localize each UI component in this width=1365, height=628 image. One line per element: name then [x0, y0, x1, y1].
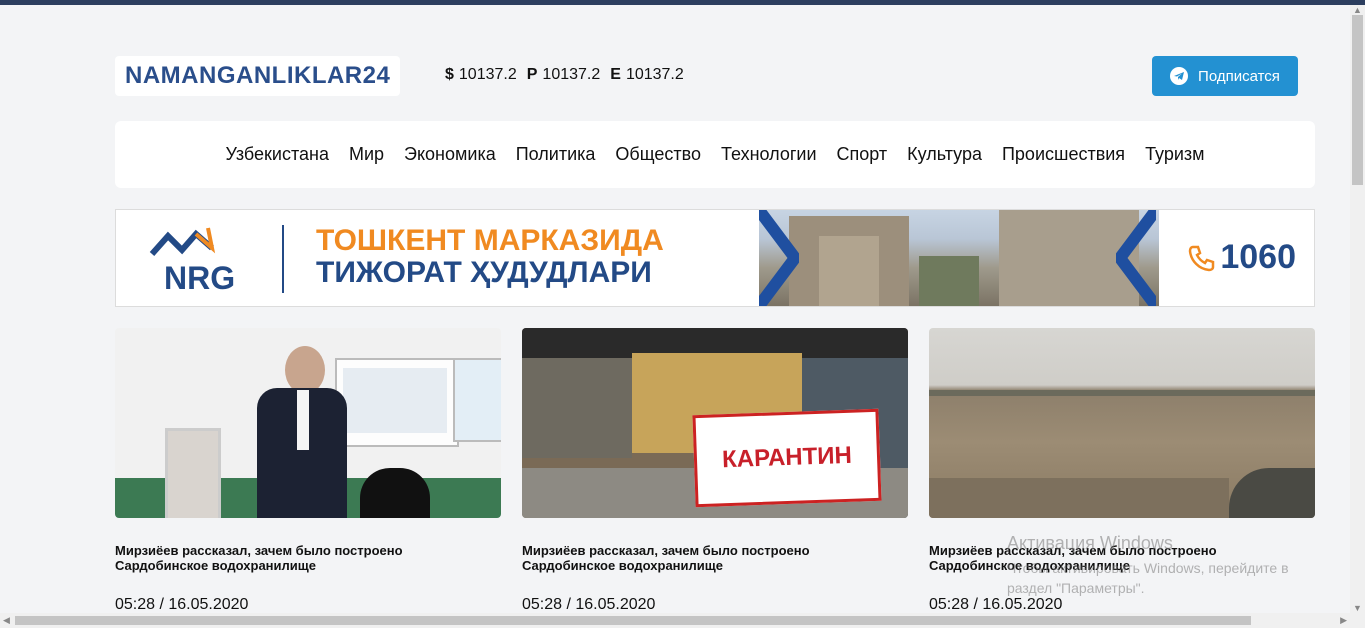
rate-rub: P 10137.2	[527, 66, 601, 84]
news-card[interactable]: КАРАНТИН Мирзиёев рассказал, зачем было …	[522, 328, 908, 618]
news-card-title[interactable]: Мирзиёев рассказал, зачем было построено…	[115, 543, 495, 573]
scroll-down-arrow-icon[interactable]: ▼	[1353, 603, 1362, 613]
banner-headline-2: ТИЖОРАТ ҲУДУДЛАРИ	[316, 256, 652, 289]
news-card-image[interactable]	[929, 328, 1315, 518]
vertical-scrollbar[interactable]: ▲ ▼	[1350, 5, 1365, 613]
banner-divider	[282, 225, 284, 293]
news-card-image[interactable]	[115, 328, 501, 518]
nav-item-culture[interactable]: Культура	[907, 144, 982, 165]
phone-icon	[1189, 245, 1215, 271]
horizontal-scrollbar[interactable]: ◀ ▶	[0, 613, 1365, 628]
subscribe-button[interactable]: Подписатся	[1152, 56, 1298, 96]
scroll-right-arrow-icon[interactable]: ▶	[1340, 615, 1347, 626]
rate-usd-symbol: $	[445, 66, 454, 83]
rate-eur-symbol: E	[610, 66, 621, 83]
banner-phone-number: 1060	[1220, 238, 1296, 276]
telegram-icon	[1170, 67, 1189, 85]
nav-item-world[interactable]: Мир	[349, 144, 384, 165]
windows-activation-text: Чтобы активировать Windows, перейдите в …	[1007, 558, 1317, 598]
banner-photo	[759, 210, 1159, 306]
banner-chevron-right	[1116, 210, 1156, 306]
subscribe-label: Подписатся	[1198, 67, 1280, 85]
news-card-time: 05:28 / 16.05.2020	[115, 596, 249, 613]
currency-rates: $10137.2 P 10137.2 E 10137.2	[445, 66, 684, 84]
news-card-title[interactable]: Мирзиёев рассказал, зачем было построено…	[522, 543, 902, 573]
horizontal-scrollbar-thumb[interactable]	[15, 616, 1251, 625]
news-card-image[interactable]: КАРАНТИН	[522, 328, 908, 518]
news-card[interactable]: Мирзиёев рассказал, зачем было построено…	[115, 328, 501, 618]
rate-rub-value: 10137.2	[542, 66, 601, 83]
vertical-scrollbar-thumb[interactable]	[1352, 15, 1363, 185]
banner-chevron-left	[759, 210, 799, 306]
quarantine-sign-text: КАРАНТИН	[721, 441, 853, 474]
scroll-left-arrow-icon[interactable]: ◀	[3, 615, 10, 626]
nav-item-incidents[interactable]: Происшествия	[1002, 144, 1125, 165]
nav-item-politics[interactable]: Политика	[516, 144, 596, 165]
main-navigation: Узбекистана Мир Экономика Политика Общес…	[115, 121, 1315, 188]
windows-activation-title: Активация Windows	[1007, 533, 1173, 553]
rate-usd: $10137.2	[445, 66, 517, 84]
scroll-up-arrow-icon[interactable]: ▲	[1353, 5, 1362, 15]
rate-rub-symbol: P	[526, 66, 538, 83]
nav-item-sport[interactable]: Спорт	[837, 144, 888, 165]
nav-item-technology[interactable]: Технологии	[721, 144, 817, 165]
nav-item-economy[interactable]: Экономика	[404, 144, 496, 165]
nav-item-society[interactable]: Общество	[615, 144, 701, 165]
news-card-time: 05:28 / 16.05.2020	[929, 596, 1063, 613]
nav-item-tourism[interactable]: Туризм	[1145, 144, 1204, 165]
top-accent-bar	[0, 0, 1365, 5]
ad-banner[interactable]: NRG ТОШКЕНТ МАРКАЗИДА ТИЖОРАТ ҲУДУДЛАРИ …	[115, 209, 1315, 307]
banner-phone: 1060	[1187, 238, 1296, 277]
nav-item-uzbekistan[interactable]: Узбекистана	[225, 144, 329, 165]
news-card-time: 05:28 / 16.05.2020	[522, 596, 656, 613]
header: NAMANGANLIKLAR24 $10137.2 P 10137.2 E 1013…	[115, 56, 1315, 96]
banner-brand: NRG	[164, 260, 236, 296]
rate-eur: E 10137.2	[610, 66, 684, 84]
site-logo[interactable]: NAMANGANLIKLAR24	[115, 56, 401, 96]
rate-usd-value: 10137.2	[458, 66, 517, 83]
banner-headline-1: ТОШКЕНТ МАРКАЗИДА	[316, 224, 664, 257]
windows-activation-message: Чтобы активировать Windows, перейдите в …	[1007, 560, 1289, 596]
rate-eur-value: 10137.2	[625, 66, 684, 83]
